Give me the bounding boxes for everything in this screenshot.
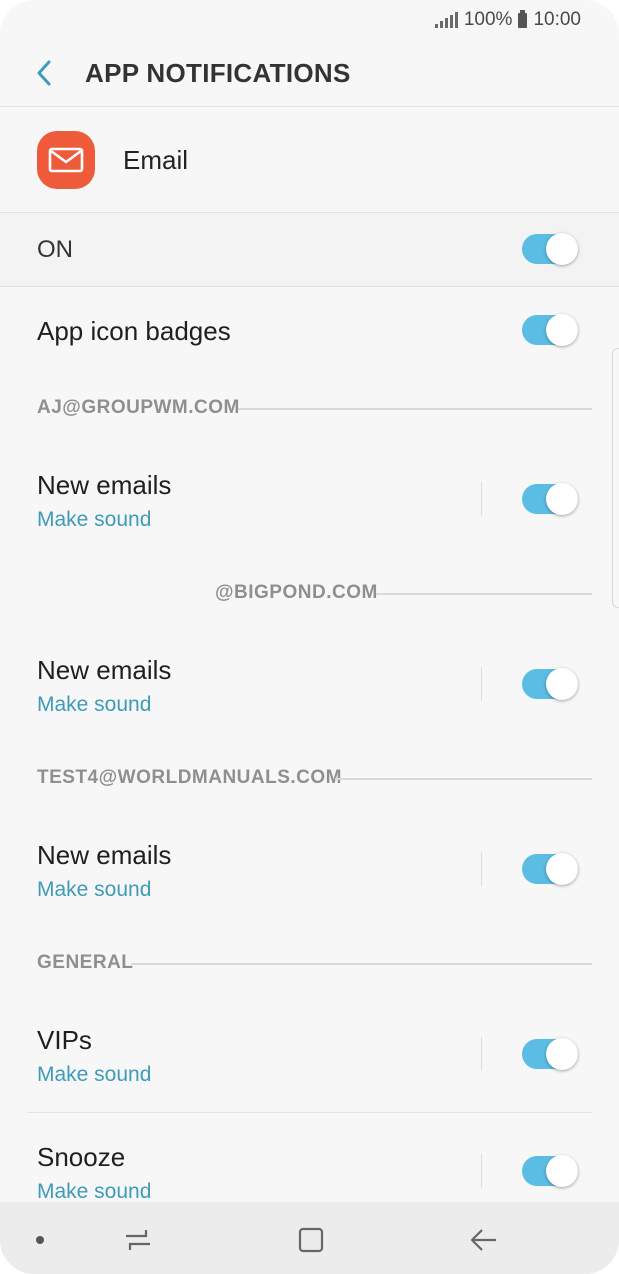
master-toggle[interactable] xyxy=(522,233,578,265)
vips-toggle[interactable] xyxy=(522,1038,578,1070)
row-title: New emails xyxy=(37,470,172,500)
row-title: VIPs xyxy=(37,1025,92,1055)
battery-percent: 100% xyxy=(463,9,513,30)
recent-apps-icon[interactable] xyxy=(122,1224,154,1256)
app-bar: APP NOTIFICATIONS xyxy=(0,40,619,106)
new-emails-toggle[interactable] xyxy=(522,483,578,515)
envelope-icon xyxy=(37,131,95,189)
clock: 10:00 xyxy=(533,9,581,30)
back-button[interactable] xyxy=(31,60,57,86)
master-switch-row[interactable]: ON xyxy=(0,213,619,286)
row-subtitle: Make sound xyxy=(37,508,152,531)
row-divider xyxy=(481,482,482,516)
vips-row[interactable]: VIPs Make sound xyxy=(0,1015,619,1095)
app-info-row: Email xyxy=(0,108,619,212)
row-divider xyxy=(481,852,482,886)
row-subtitle: Make sound xyxy=(37,878,152,901)
section-line xyxy=(131,963,592,965)
header-divider xyxy=(0,106,619,107)
list-separator xyxy=(27,1112,592,1113)
section-line xyxy=(335,778,592,780)
master-switch-label: ON xyxy=(37,235,73,263)
signal-icon xyxy=(434,12,458,28)
app-icon-badges-label: App icon badges xyxy=(37,316,231,346)
new-emails-toggle[interactable] xyxy=(522,668,578,700)
row-title: New emails xyxy=(37,655,172,685)
row-subtitle: Make sound xyxy=(37,1180,152,1203)
row-title: New emails xyxy=(37,840,172,870)
account-section-header: TEST4@WORLDMANUALS.COM xyxy=(0,767,619,791)
snooze-toggle[interactable] xyxy=(522,1155,578,1187)
section-label: GENERAL xyxy=(37,952,134,973)
section-label: AJ@GROUPWM.COM xyxy=(37,397,240,418)
row-divider xyxy=(481,1154,482,1188)
account-section-header: AJ@GROUPWM.COM xyxy=(0,397,619,421)
dot-indicator-icon xyxy=(36,1236,44,1244)
home-icon[interactable] xyxy=(295,1224,327,1256)
status-bar: 100% 10:00 xyxy=(434,8,581,32)
section-line xyxy=(238,408,592,410)
new-emails-row[interactable]: New emails Make sound xyxy=(0,830,619,910)
row-subtitle: Make sound xyxy=(37,1063,152,1086)
app-icon-badges-row[interactable]: App icon badges xyxy=(0,287,619,375)
new-emails-toggle[interactable] xyxy=(522,853,578,885)
back-arrow-icon[interactable] xyxy=(468,1224,500,1256)
page-title: APP NOTIFICATIONS xyxy=(85,57,351,88)
section-label: @BIGPOND.COM xyxy=(215,582,378,603)
chevron-left-icon xyxy=(37,60,51,86)
app-icon-badges-toggle[interactable] xyxy=(522,314,578,346)
new-emails-row[interactable]: New emails Make sound xyxy=(0,460,619,540)
battery-icon xyxy=(518,9,528,28)
section-line xyxy=(376,593,592,595)
phone-screen: 100% 10:00 APP NOTIFICATIONS Email ON Ap… xyxy=(0,0,619,1274)
new-emails-row[interactable]: New emails Make sound xyxy=(0,645,619,725)
account-section-header: @BIGPOND.COM xyxy=(0,582,619,606)
scrollbar[interactable] xyxy=(612,348,619,608)
navigation-bar xyxy=(0,1202,619,1274)
row-title: Snooze xyxy=(37,1142,126,1172)
snooze-row[interactable]: Snooze Make sound xyxy=(0,1132,619,1203)
app-name: Email xyxy=(123,144,189,175)
row-divider xyxy=(481,667,482,701)
general-section-header: GENERAL xyxy=(0,952,619,976)
section-label: TEST4@WORLDMANUALS.COM xyxy=(37,767,343,788)
row-subtitle: Make sound xyxy=(37,693,152,716)
row-divider xyxy=(481,1037,482,1071)
